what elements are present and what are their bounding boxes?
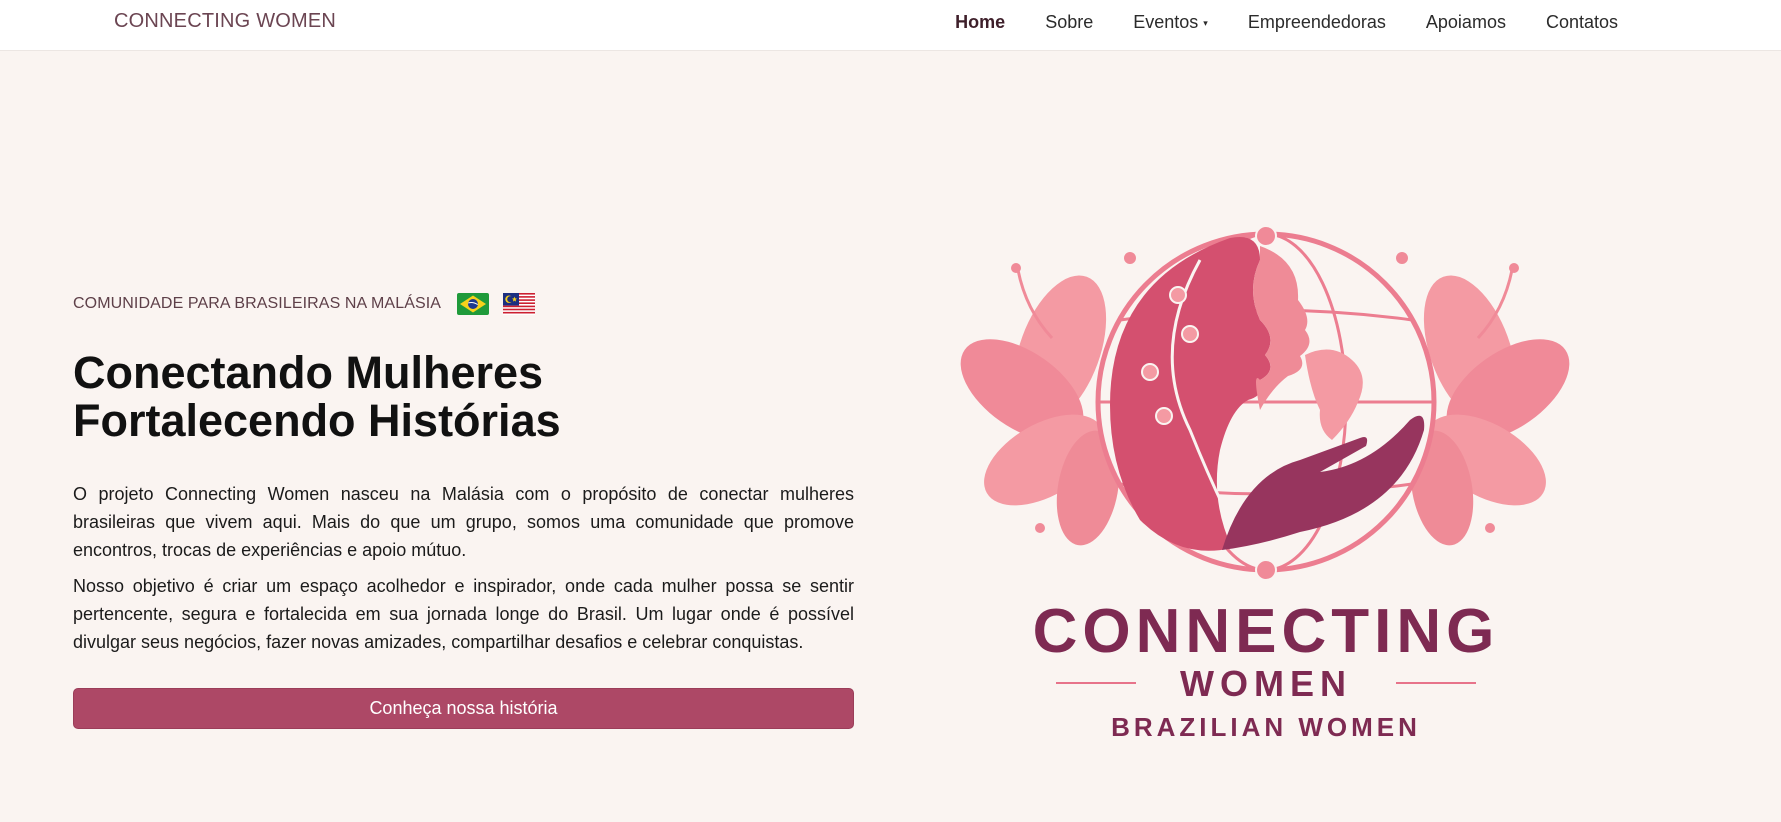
conheca-nossa-historia-button[interactable]: Conheça nossa história [73, 688, 854, 729]
brand-link[interactable]: CONNECTING WOMEN [114, 10, 336, 33]
chevron-down-icon: ▾ [1203, 17, 1208, 28]
logo-dot [1396, 252, 1408, 264]
nav-sobre[interactable]: Sobre [1045, 12, 1093, 33]
brazil-flag-icon [457, 293, 490, 315]
logo-dot [1035, 523, 1045, 533]
hero-eyebrow: COMUNIDADE PARA BRASILEIRAS NA MALÁSIA [73, 293, 536, 315]
main-nav: Home Sobre Eventos ▾ Empreendedoras Apoi… [915, 0, 1618, 44]
nav-home[interactable]: Home [955, 12, 1005, 33]
connecting-women-logo: CONNECTING WOMEN BRAZILIAN WOMEN [960, 220, 1580, 750]
nav-contatos[interactable]: Contatos [1546, 12, 1618, 33]
nav-empreendedoras[interactable]: Empreendedoras [1248, 12, 1386, 33]
nav-eventos[interactable]: Eventos ▾ [1133, 12, 1208, 33]
hero-paragraph-1: O projeto Connecting Women nasceu na Mal… [73, 484, 854, 560]
logo-dot [1124, 252, 1136, 264]
nav-apoiamos[interactable]: Apoiamos [1426, 12, 1506, 33]
hero-title: Conectando Mulheres Fortalecendo Históri… [73, 349, 793, 444]
logo-text-connecting: CONNECTING [1033, 597, 1500, 666]
top-navbar: CONNECTING WOMEN Home Sobre Eventos ▾ Em… [0, 0, 1781, 51]
hero-paragraph-2: Nosso objetivo é criar um espaço acolhed… [73, 576, 854, 652]
malaysia-flag-icon [503, 293, 536, 315]
nav-eventos-label: Eventos [1133, 11, 1199, 32]
logo-text-brazilian-women: BRAZILIAN WOMEN [1111, 712, 1421, 742]
logo-graphic: CONNECTING WOMEN BRAZILIAN WOMEN [960, 225, 1570, 742]
hero-title-line-1: Conectando Mulheres [73, 347, 544, 398]
eyebrow-text: COMUNIDADE PARA BRASILEIRAS NA MALÁSIA [73, 295, 442, 312]
logo-text-women: WOMEN [1180, 663, 1352, 704]
logo-dot [1485, 523, 1495, 533]
hero-title-line-2: Fortalecendo Histórias [73, 394, 561, 446]
